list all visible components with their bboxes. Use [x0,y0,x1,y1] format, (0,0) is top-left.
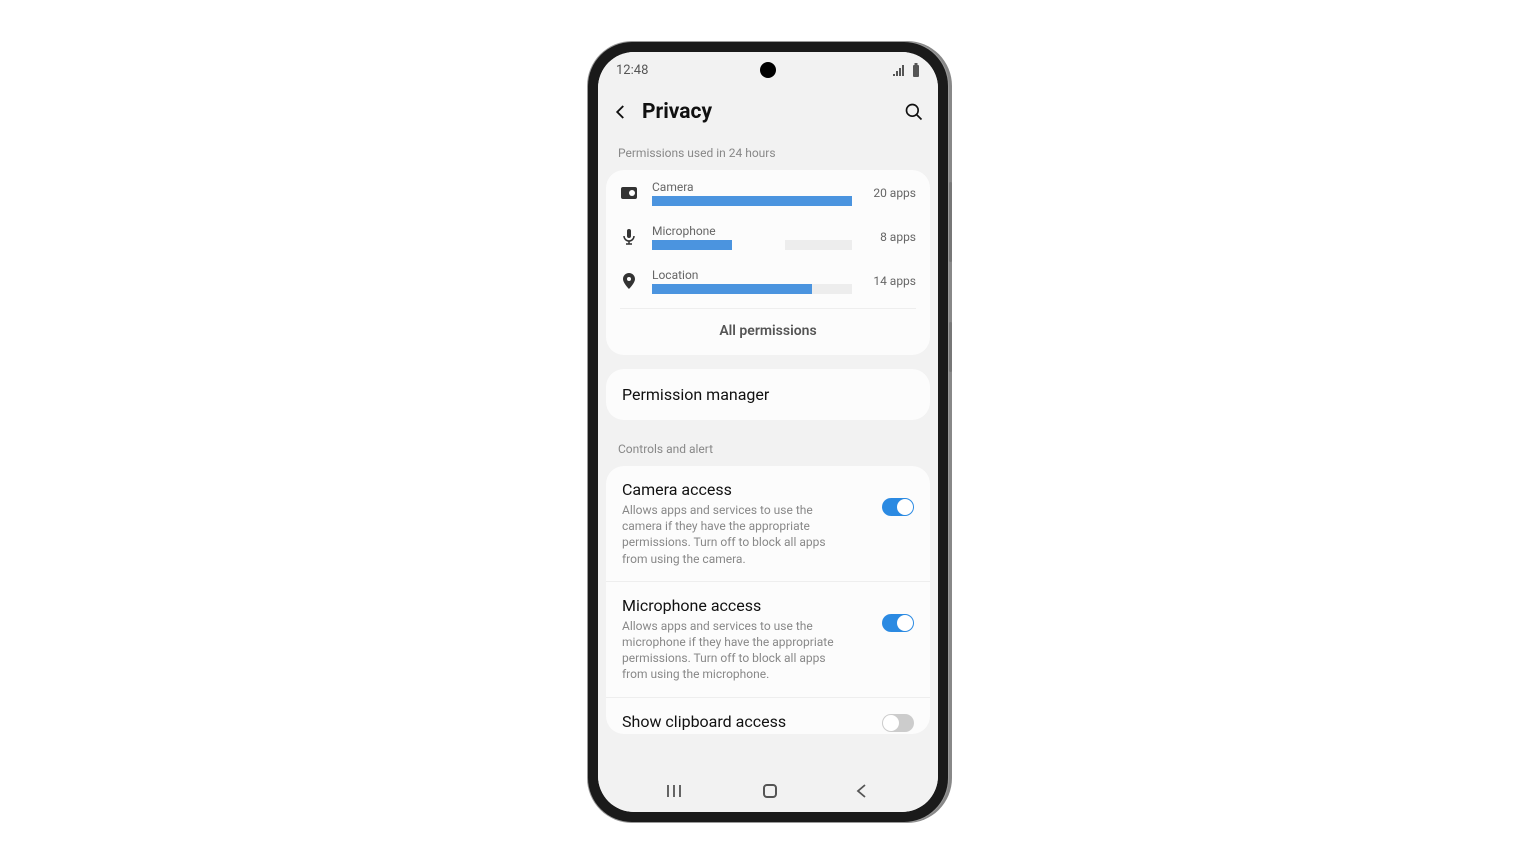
toggle-title: Camera access [622,480,872,499]
usage-bar-fill [652,284,812,294]
location-icon [620,273,638,289]
permission-manager-card[interactable]: Permission manager [606,369,930,420]
usage-bar-wrap: Microphone [652,224,852,250]
signal-icon [892,64,906,76]
usage-card: Camera 20 apps Microphone [606,170,930,355]
usage-row-camera[interactable]: Camera 20 apps [606,170,930,214]
toggle-desc: Allows apps and services to use the came… [622,502,852,567]
clock: 12:48 [616,63,648,78]
usage-section-label: Permissions used in 24 hours [606,138,930,170]
usage-count: 20 apps [866,186,916,200]
page-title: Privacy [642,100,904,124]
camera-notch [760,62,776,78]
toggle-title: Microphone access [622,596,872,615]
nav-recent-button[interactable] [667,784,685,798]
usage-count: 8 apps [866,230,916,244]
microphone-icon [620,229,638,245]
camera-access-row[interactable]: Camera access Allows apps and services t… [606,466,930,582]
usage-row-microphone[interactable]: Microphone 8 apps [606,214,930,258]
usage-bar-track [652,240,852,250]
phone-side-button [949,322,952,372]
all-permissions-link[interactable]: All permissions [620,308,916,355]
screen: 12:48 Privacy Permissions used in 24 hou… [598,52,938,812]
phone-side-button [949,182,952,262]
usage-name: Camera [652,180,852,194]
usage-name: Microphone [652,224,852,238]
camera-access-toggle[interactable] [882,498,914,516]
clipboard-access-toggle[interactable] [882,714,914,732]
permission-manager-row[interactable]: Permission manager [606,369,930,420]
controls-section-label: Controls and alert [606,434,930,466]
phone-frame: 12:48 Privacy Permissions used in 24 hou… [588,42,948,822]
content-area[interactable]: Permissions used in 24 hours Camera 20 a… [598,138,938,770]
nav-back-button[interactable] [855,784,869,798]
usage-bar-fill [652,196,852,206]
microphone-access-toggle[interactable] [882,614,914,632]
app-header: Privacy [598,82,938,138]
microphone-access-row[interactable]: Microphone access Allows apps and servic… [606,582,930,698]
usage-bar-fill [652,240,732,250]
toggle-desc: Allows apps and services to use the micr… [622,618,852,683]
controls-card: Camera access Allows apps and services t… [606,466,930,734]
usage-bar-track [652,196,852,206]
nav-home-button[interactable] [763,784,777,798]
navigation-bar [598,770,938,812]
camera-icon [620,187,638,199]
usage-row-location[interactable]: Location 14 apps [606,258,930,302]
status-icons [892,63,920,77]
battery-icon [912,63,920,77]
usage-count: 14 apps [866,274,916,288]
clipboard-access-row[interactable]: Show clipboard access [606,698,930,734]
toggle-title: Show clipboard access [622,712,872,731]
usage-name: Location [652,268,852,282]
usage-bar-track [652,284,852,294]
search-button[interactable] [904,102,924,122]
usage-bar-wrap: Location [652,268,852,294]
usage-bar-wrap: Camera [652,180,852,206]
back-button[interactable] [612,103,630,121]
